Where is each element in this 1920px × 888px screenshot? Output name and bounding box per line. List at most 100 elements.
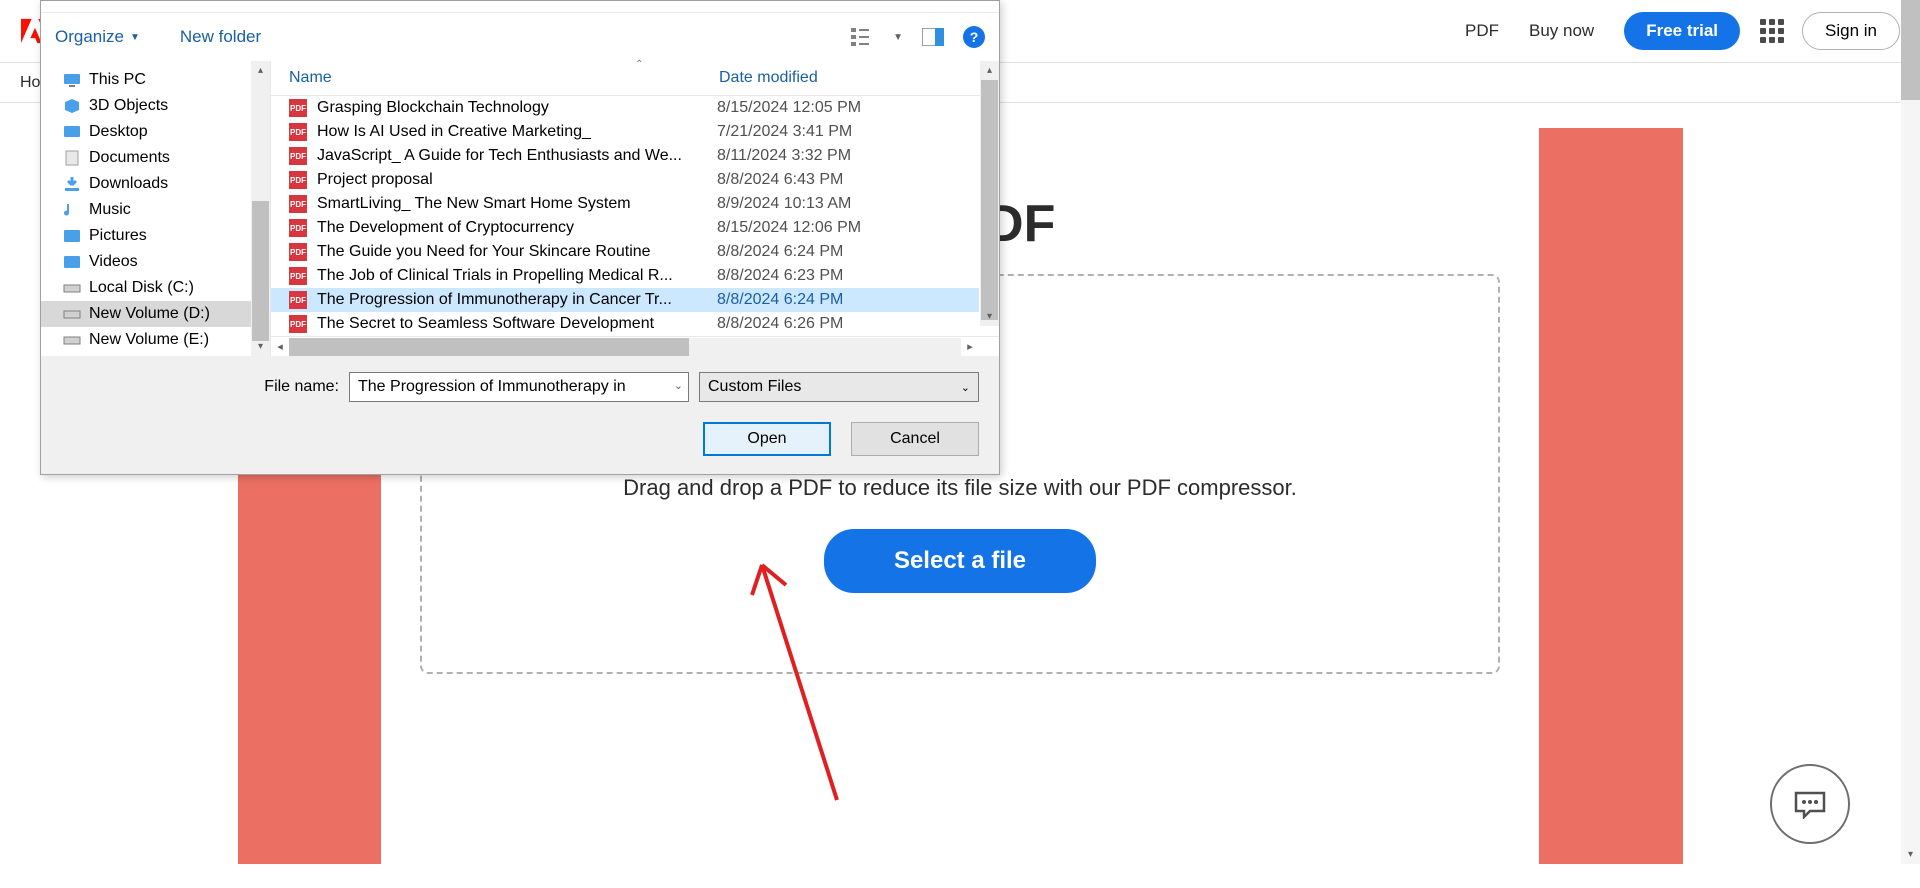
pdf-icon: PDF xyxy=(289,315,307,333)
organize-menu[interactable]: Organize ▼ xyxy=(55,27,140,47)
file-date: 8/8/2024 6:26 PM xyxy=(717,315,843,333)
disk-icon xyxy=(63,306,81,322)
apps-grid-icon[interactable] xyxy=(1760,19,1784,43)
nav-label: Desktop xyxy=(89,123,148,141)
view-caret-icon[interactable]: ▼ xyxy=(893,32,903,43)
pdf-icon: PDF xyxy=(289,123,307,141)
file-row[interactable]: PDF How Is AI Used in Creative Marketing_… xyxy=(271,120,979,144)
file-date: 7/21/2024 3:41 PM xyxy=(717,123,852,141)
nav-label: Local Disk (C:) xyxy=(89,279,194,297)
nav-link-pdf[interactable]: PDF xyxy=(1465,21,1499,41)
file-row[interactable]: PDFThe Job of Clinical Trials in Propell… xyxy=(271,264,979,288)
file-date: 8/8/2024 6:24 PM xyxy=(717,243,843,261)
chat-icon xyxy=(1792,789,1828,819)
help-button[interactable]: ? xyxy=(963,26,985,48)
filetype-value: Custom Files xyxy=(708,378,801,396)
file-row[interactable]: PDF SmartLiving_ The New Smart Home Syste… xyxy=(271,192,979,216)
organize-label: Organize xyxy=(55,27,124,47)
view-options-button[interactable] xyxy=(849,24,877,50)
cube-icon xyxy=(63,98,81,114)
file-scroll-up[interactable]: ▴ xyxy=(980,61,999,80)
pdf-icon: PDF xyxy=(289,195,307,213)
file-row[interactable]: PDF The Secret to Seamless Software Devel… xyxy=(271,312,979,336)
nav-this-pc[interactable]: This PC xyxy=(41,67,270,93)
file-date: 8/9/2024 10:13 AM xyxy=(717,195,851,213)
file-scroll-down[interactable]: ▾ xyxy=(980,307,999,326)
file-name: The Secret to Seamless Software Developm… xyxy=(317,315,717,333)
file-list-v-scrollbar[interactable]: ▴ ▾ xyxy=(980,61,999,326)
nav-scrollbar[interactable]: ▴ ▾ xyxy=(251,61,270,356)
nav-tree: This PC 3D Objects Desktop Documents Dow… xyxy=(41,61,270,353)
nav-label: Music xyxy=(89,201,131,219)
file-name: Project proposal xyxy=(317,171,717,189)
nav-videos[interactable]: Videos xyxy=(41,249,270,275)
file-row[interactable]: PDFJavaScript_ A Guide for Tech Enthusia… xyxy=(271,144,979,168)
file-date: 8/8/2024 6:23 PM xyxy=(717,267,843,285)
nav-label: New Volume (D:) xyxy=(89,305,210,323)
h-scroll-thumb[interactable] xyxy=(289,338,689,356)
nav-scroll-down[interactable]: ▾ xyxy=(251,337,270,356)
file-name: Grasping Blockchain Technology xyxy=(317,99,717,117)
nav-link-buy-now[interactable]: Buy now xyxy=(1529,21,1594,41)
column-header-name[interactable]: Name xyxy=(289,69,719,87)
new-folder-button[interactable]: New folder xyxy=(180,27,261,47)
file-name: The Job of Clinical Trials in Propelling… xyxy=(317,267,717,285)
nav-pictures[interactable]: Pictures xyxy=(41,223,270,249)
h-scroll-track[interactable] xyxy=(289,338,961,356)
file-row-selected[interactable]: PDFThe Progression of Immunotherapy in C… xyxy=(271,288,979,312)
caret-down-icon: ▼ xyxy=(130,32,140,43)
cancel-button[interactable]: Cancel xyxy=(851,422,979,456)
chat-help-button[interactable] xyxy=(1770,764,1850,844)
file-name: How Is AI Used in Creative Marketing_ xyxy=(317,123,717,141)
nav-label: Downloads xyxy=(89,175,168,193)
nav-local-disk-c[interactable]: Local Disk (C:) xyxy=(41,275,270,301)
music-icon xyxy=(63,202,81,218)
page-scrollbar-thumb[interactable] xyxy=(1901,0,1920,100)
file-scroll-thumb[interactable] xyxy=(981,80,998,320)
nav-desktop[interactable]: Desktop xyxy=(41,119,270,145)
open-button[interactable]: Open xyxy=(703,422,831,456)
file-list: PDFGrasping Blockchain Technology8/15/20… xyxy=(271,96,999,336)
nav-scroll-thumb[interactable] xyxy=(252,201,269,341)
filename-input[interactable] xyxy=(349,372,689,402)
downloads-icon xyxy=(63,176,81,192)
select-file-button[interactable]: Select a file xyxy=(824,529,1096,593)
pdf-icon: PDF xyxy=(289,147,307,165)
file-row[interactable]: PDFThe Development of Cryptocurrency8/15… xyxy=(271,216,979,240)
nav-music[interactable]: Music xyxy=(41,197,270,223)
chevron-down-icon: ⌄ xyxy=(961,381,970,394)
nav-label: New Volume (E:) xyxy=(89,331,209,349)
nav-volume-d[interactable]: New Volume (D:) xyxy=(41,301,270,327)
file-name: SmartLiving_ The New Smart Home System xyxy=(317,195,717,213)
nav-volume-e[interactable]: New Volume (E:) xyxy=(41,327,270,353)
nav-documents[interactable]: Documents xyxy=(41,145,270,171)
nav-label: Videos xyxy=(89,253,138,271)
nav-scroll-up[interactable]: ▴ xyxy=(251,61,270,80)
dialog-footer: File name: ⌄ Custom Files ⌄ Open Cancel xyxy=(41,356,999,474)
file-row[interactable]: PDFGrasping Blockchain Technology8/15/20… xyxy=(271,96,979,120)
sort-indicator-icon: ⌃ xyxy=(635,59,643,70)
dialog-body: This PC 3D Objects Desktop Documents Dow… xyxy=(41,61,999,356)
desktop-icon xyxy=(63,124,81,140)
file-row[interactable]: PDFProject proposal8/8/2024 6:43 PM xyxy=(271,168,979,192)
filename-label: File name: xyxy=(264,378,339,396)
nav-label: 3D Objects xyxy=(89,97,168,115)
file-list-h-scrollbar[interactable]: ◂ ▸ xyxy=(271,336,999,356)
action-buttons-row: Open Cancel xyxy=(61,422,979,456)
file-name: The Progression of Immunotherapy in Canc… xyxy=(317,291,717,309)
page-scrollbar-down[interactable]: ▾ xyxy=(1901,844,1920,864)
dialog-toolbar: Organize ▼ New folder ▼ ? xyxy=(41,13,999,61)
page-scrollbar[interactable]: ▾ xyxy=(1901,0,1920,864)
nav-3d-objects[interactable]: 3D Objects xyxy=(41,93,270,119)
preview-pane-button[interactable] xyxy=(919,24,947,50)
free-trial-button[interactable]: Free trial xyxy=(1624,12,1740,50)
file-row[interactable]: PDFThe Guide you Need for Your Skincare … xyxy=(271,240,979,264)
dialog-view-tools: ▼ ? xyxy=(849,24,985,50)
filetype-select[interactable]: Custom Files ⌄ xyxy=(699,372,979,402)
h-scroll-right[interactable]: ▸ xyxy=(961,340,979,353)
nav-downloads[interactable]: Downloads xyxy=(41,171,270,197)
file-name: The Development of Cryptocurrency xyxy=(317,219,717,237)
h-scroll-left[interactable]: ◂ xyxy=(271,340,289,353)
sign-in-button[interactable]: Sign in xyxy=(1802,12,1900,50)
column-header-date[interactable]: Date modified xyxy=(719,69,999,87)
